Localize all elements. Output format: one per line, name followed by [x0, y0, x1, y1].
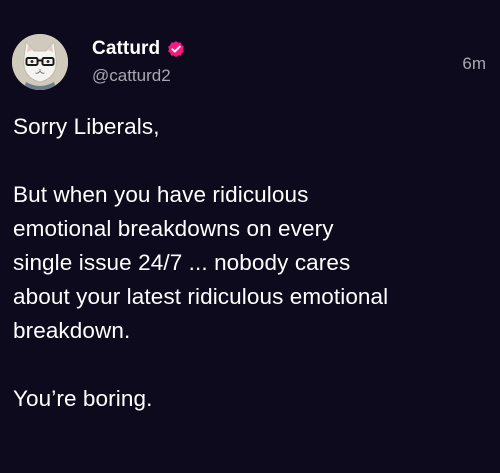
tweet-card: Catturd @catturd2 6m Sorry Liberals, But… [0, 0, 500, 473]
tweet-text: Sorry Liberals, But when you have ridicu… [13, 110, 491, 416]
tweet-line: about your latest ridiculous emotional [13, 284, 389, 309]
author-info: Catturd @catturd2 [92, 36, 186, 86]
cat-avatar-icon [12, 34, 68, 90]
tweet-line: Sorry Liberals, [13, 114, 160, 139]
tweet-line: But when you have ridiculous [13, 182, 309, 207]
tweet-line: breakdown. [13, 318, 131, 343]
display-name[interactable]: Catturd [92, 38, 160, 60]
name-row: Catturd [92, 36, 186, 62]
verified-badge-icon [166, 39, 186, 59]
tweet-line: You’re boring. [13, 386, 153, 411]
tweet-header: Catturd @catturd2 6m [12, 34, 488, 94]
tweet-line: single issue 24/7 ... nobody cares [13, 250, 351, 275]
avatar[interactable] [12, 34, 68, 90]
timestamp[interactable]: 6m [462, 54, 486, 74]
tweet-line: emotional breakdowns on every [13, 216, 334, 241]
handle[interactable]: @catturd2 [92, 66, 186, 86]
